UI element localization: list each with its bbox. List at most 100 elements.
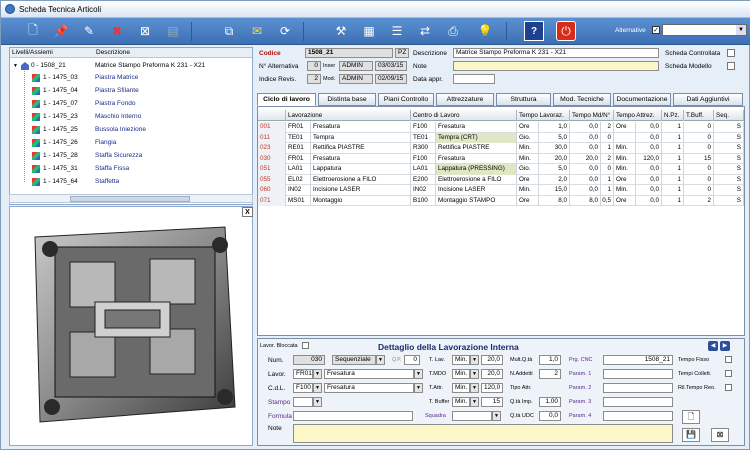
mod-date-field[interactable]: 02/09/15 [375, 74, 407, 84]
table-row[interactable]: 011 TE01 Tempra TE01 Tempra (CRT) Gio. 5,0 0,0 0… [258, 132, 744, 143]
chevron-down-icon[interactable]: ▼ [492, 411, 501, 421]
alternativa-field[interactable]: 0 [307, 61, 321, 71]
table-cell[interactable]: Fresatura [311, 122, 411, 133]
table-cell[interactable]: 2 [684, 195, 714, 206]
table-cell[interactable]: Ore [517, 174, 539, 185]
scheda-controllata-checkbox[interactable] [727, 49, 735, 57]
table-cell[interactable]: 0,0 [570, 122, 601, 133]
table-row[interactable]: 055 EL02 Elettroerosione a FILO E200 Elettro… [258, 174, 744, 185]
tlav-field[interactable]: 20,0 [481, 355, 503, 365]
table-cell[interactable]: FR01 [286, 153, 311, 164]
descrizione-field[interactable]: Matrice Stampo Preforma K 231 - X21 [453, 48, 659, 58]
tab-dati-aggiuntivi[interactable]: Dati Aggiuntivi [673, 93, 743, 106]
table-cell[interactable]: Montaggio [311, 195, 411, 206]
chevron-down-icon[interactable]: ▼ [313, 397, 322, 407]
table-cell[interactable]: Gio. [517, 132, 539, 143]
table-cell[interactable]: 1 [662, 143, 684, 154]
ril-tempo-checkbox[interactable] [725, 384, 732, 391]
scheda-modello-checkbox[interactable] [727, 62, 735, 70]
table-cell[interactable]: 0,0 [636, 185, 662, 196]
table-cell[interactable]: 0,0 [636, 164, 662, 175]
table-cell[interactable]: 1 [662, 195, 684, 206]
table-row[interactable]: 030 FR01 Fresatura F100 Fresatura Min. 20,0 20,… [258, 153, 744, 164]
table-row[interactable]: 060 IN02 Incisione LASER IN02 Incisione LASE… [258, 185, 744, 196]
table-cell[interactable]: 2,0 [539, 174, 570, 185]
table-cell[interactable]: Min. [614, 164, 636, 175]
table-cell[interactable]: 1,0 [539, 122, 570, 133]
tmdo-field[interactable]: 20,0 [481, 369, 503, 379]
inser-date-field[interactable]: 03/03/15 [375, 61, 407, 71]
table-cell[interactable]: 1 [662, 153, 684, 164]
table-cell[interactable]: TE01 [286, 132, 311, 143]
qtaimp-field[interactable]: 1,00 [539, 397, 561, 407]
table-cell[interactable]: S [714, 132, 744, 143]
table-cell[interactable]: MS01 [286, 195, 311, 206]
table-cell[interactable]: Min. [614, 143, 636, 154]
table-cell[interactable]: Elettroerosione a FILO [311, 174, 411, 185]
copy-icon[interactable]: ⧉ [219, 21, 239, 41]
param4-field[interactable] [603, 411, 673, 421]
table-cell[interactable]: Montaggio STAMPO [436, 195, 517, 206]
table-cell[interactable]: S [714, 185, 744, 196]
table-cell[interactable] [614, 132, 636, 143]
table-cell[interactable]: 0 [601, 164, 614, 175]
table-cell[interactable]: 060 [258, 185, 286, 196]
printer-icon[interactable]: ⎙ [443, 21, 463, 41]
naddetti-field[interactable]: 2 [539, 369, 561, 379]
tree-item[interactable]: 1 - 1475_25 Bussola Iniezione [10, 124, 252, 136]
table-cell[interactable]: 071 [258, 195, 286, 206]
note-field[interactable] [453, 61, 659, 71]
tmdo-unit[interactable]: Min. [452, 369, 470, 379]
table-cell[interactable]: 1 [601, 143, 614, 154]
scrollbar-thumb[interactable] [70, 196, 190, 202]
table-cell[interactable]: S [714, 195, 744, 206]
tree-root-row[interactable]: ▼ 0 - 1508_21 Matrice Stampo Preforma K … [10, 60, 252, 72]
table-cell[interactable]: Rettifica PIASTRE [311, 143, 411, 154]
chevron-down-icon[interactable]: ▼ [470, 397, 479, 407]
table-cell[interactable]: Min. [614, 185, 636, 196]
table-cell[interactable]: 2 [601, 122, 614, 133]
table-cell[interactable]: Min. [517, 185, 539, 196]
table-cell[interactable]: Ore [517, 195, 539, 206]
indice-field[interactable]: 2 [307, 74, 321, 84]
table-cell[interactable]: Fresatura [436, 122, 517, 133]
tools-icon[interactable]: ⚒ [331, 21, 351, 41]
cancel-icon[interactable]: ⊠ [711, 428, 729, 442]
table-cell[interactable]: F100 [411, 122, 436, 133]
chevron-down-icon[interactable]: ▼ [376, 355, 385, 365]
table-cell[interactable]: F100 [411, 153, 436, 164]
table-row[interactable]: 071 MS01 Montaggio B100 Montaggio STAMPO Ore 8… [258, 195, 744, 206]
table-cell[interactable]: 055 [258, 174, 286, 185]
stampo-field[interactable] [293, 397, 313, 407]
tree-item[interactable]: 1 - 1475_64 Staffetta [10, 176, 252, 188]
table-cell[interactable]: 001 [258, 122, 286, 133]
table-cell[interactable]: 0,0 [570, 132, 601, 143]
table-cell[interactable]: Ore [517, 122, 539, 133]
lavor-desc-field[interactable]: Fresatura [324, 369, 414, 379]
table-cell[interactable]: 0,0 [636, 122, 662, 133]
table-cell[interactable]: 0,0 [636, 132, 662, 143]
table-cell[interactable]: E200 [411, 174, 436, 185]
lavor-code-field[interactable]: FR01 [293, 369, 313, 379]
codice-field[interactable]: 1508_21 [305, 48, 393, 58]
edit-icon[interactable]: ✎ [79, 21, 99, 41]
table-cell[interactable]: 1 [662, 185, 684, 196]
prev-icon[interactable]: ◀ [708, 341, 718, 351]
table-cell[interactable]: 030 [258, 153, 286, 164]
data-appr-field[interactable] [453, 74, 495, 84]
tree-item[interactable]: 1 - 1475_03 Piastra Matrice [10, 72, 252, 84]
detail-note-field[interactable] [293, 424, 673, 443]
table-cell[interactable]: 30,0 [539, 143, 570, 154]
chevron-down-icon[interactable]: ▼ [470, 355, 479, 365]
tempi-collettivi-checkbox[interactable] [725, 370, 732, 377]
table-cell[interactable]: Ore [614, 174, 636, 185]
table-cell[interactable]: S [714, 122, 744, 133]
table-cell[interactable]: S [714, 153, 744, 164]
table-cell[interactable]: 0 [684, 132, 714, 143]
tree-item[interactable]: 1 - 1475_07 Piastra Fondo [10, 98, 252, 110]
table-cell[interactable]: 0,0 [636, 143, 662, 154]
table-cell[interactable]: Incisione LASER [311, 185, 411, 196]
tattr-unit[interactable]: Min. [452, 383, 470, 393]
table-cell[interactable]: IN02 [286, 185, 311, 196]
inser-user-field[interactable]: ADMIN [339, 61, 373, 71]
